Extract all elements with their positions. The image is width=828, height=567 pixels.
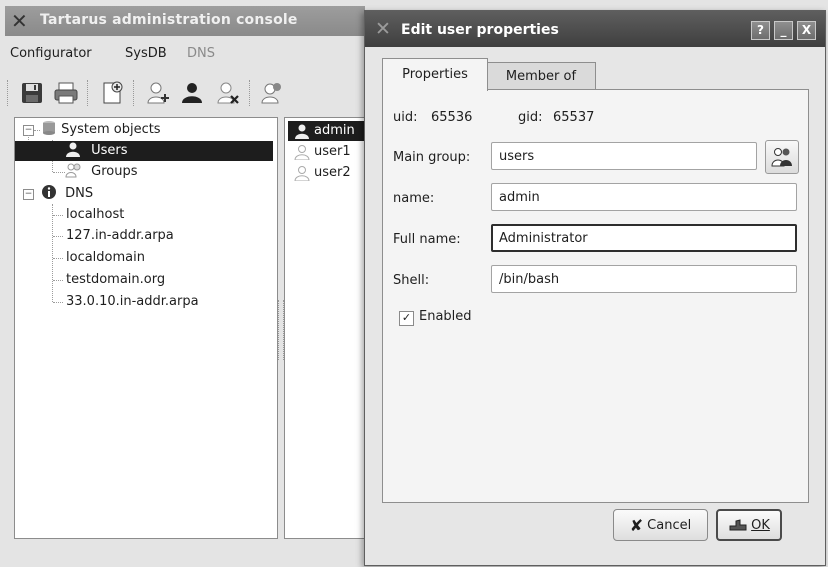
name-field[interactable] bbox=[491, 183, 797, 211]
tree-item-dns-zone[interactable]: localhost bbox=[66, 205, 124, 225]
gid-value: 65537 bbox=[553, 110, 595, 125]
toolbar-separator bbox=[249, 80, 251, 106]
info-icon bbox=[42, 185, 56, 199]
tree-item-label: DNS bbox=[65, 186, 94, 201]
tree-item-dns-zone[interactable]: 127.in-addr.arpa bbox=[66, 226, 174, 246]
print-icon[interactable] bbox=[51, 78, 81, 108]
toolbar-separator bbox=[87, 80, 89, 106]
tab-properties[interactable]: Properties bbox=[382, 58, 488, 91]
user-icon[interactable] bbox=[177, 78, 207, 108]
toolbar-handle bbox=[7, 80, 9, 106]
properties-pane: uid: 65536 gid: 65537 Main group: name: … bbox=[382, 89, 809, 503]
statusbar bbox=[5, 545, 365, 565]
tree-item-system-objects[interactable]: System objects bbox=[41, 120, 161, 140]
cancel-button-label: Cancel bbox=[647, 517, 692, 533]
user-icon bbox=[295, 124, 309, 139]
list-item-user1[interactable]: user1 bbox=[288, 142, 351, 162]
enabled-checkbox[interactable]: ✓ bbox=[399, 311, 414, 326]
delete-user-icon[interactable] bbox=[213, 78, 243, 108]
app-x-icon: ✕ bbox=[11, 9, 28, 33]
full-name-field[interactable] bbox=[491, 224, 797, 252]
shell-field[interactable] bbox=[491, 265, 797, 293]
help-button[interactable]: ? bbox=[751, 21, 770, 40]
new-document-icon[interactable] bbox=[97, 78, 127, 108]
main-group-field[interactable] bbox=[491, 142, 757, 170]
menubar: Configurator SysDB DNS bbox=[5, 36, 365, 66]
toolbar-separator bbox=[133, 80, 135, 106]
list-item-label: admin bbox=[314, 123, 355, 138]
tab-label: Member of bbox=[505, 69, 577, 84]
tree-item-users[interactable]: Users bbox=[15, 141, 273, 161]
checkmark-icon: ✓ bbox=[401, 311, 412, 324]
name-label: name: bbox=[393, 191, 435, 206]
minimize-button[interactable]: _ bbox=[774, 21, 793, 40]
menu-configurator[interactable]: Configurator bbox=[10, 46, 92, 61]
tree-connector bbox=[53, 215, 63, 216]
group-picker-button[interactable] bbox=[765, 140, 799, 174]
full-name-label: Full name: bbox=[393, 232, 461, 247]
cancel-button[interactable]: ✘ Cancel bbox=[613, 509, 708, 541]
add-user-icon[interactable] bbox=[143, 78, 173, 108]
tree-connector bbox=[53, 172, 65, 173]
edit-user-dialog: ✕ Edit user properties ? _ X Properties … bbox=[364, 10, 826, 566]
uid-label: uid: bbox=[393, 110, 418, 125]
uid-value: 65536 bbox=[431, 110, 473, 125]
dialog-title: Edit user properties bbox=[401, 22, 559, 38]
user-list[interactable]: admin user1 user2 bbox=[284, 117, 370, 539]
database-icon bbox=[43, 121, 55, 135]
list-item-label: user2 bbox=[314, 165, 351, 180]
tree-connector bbox=[53, 280, 63, 281]
ok-button-label: OK bbox=[751, 517, 770, 533]
menu-sysdb[interactable]: SysDB bbox=[125, 46, 167, 61]
collapse-dns-toggle[interactable]: − bbox=[23, 189, 34, 200]
object-tree[interactable]: − System objects Users Groups − DNS loca bbox=[14, 117, 278, 539]
tree-item-dns-zone[interactable]: 33.0.10.in-addr.arpa bbox=[66, 292, 199, 312]
tree-item-label: Groups bbox=[91, 164, 138, 179]
gid-label: gid: bbox=[518, 110, 543, 125]
menu-dns[interactable]: DNS bbox=[187, 46, 215, 61]
user-icon bbox=[66, 142, 80, 157]
save-icon[interactable] bbox=[17, 78, 47, 108]
groups-icon bbox=[771, 148, 792, 167]
tree-connector bbox=[53, 302, 63, 303]
tab-label: Properties bbox=[402, 67, 468, 82]
main-group-label: Main group: bbox=[393, 150, 471, 165]
tree-item-label: Users bbox=[91, 143, 128, 158]
toolbar bbox=[5, 66, 365, 118]
ok-button[interactable]: OK bbox=[716, 509, 782, 541]
app-x-icon: ✕ bbox=[375, 18, 391, 40]
tab-member-of[interactable]: Member of bbox=[486, 62, 596, 90]
tree-connector bbox=[53, 258, 63, 259]
list-item-user2[interactable]: user2 bbox=[288, 163, 351, 183]
main-window-title: Tartarus administration console bbox=[40, 12, 298, 28]
groups-icon bbox=[65, 163, 81, 178]
ok-hand-icon bbox=[729, 519, 747, 531]
shell-label: Shell: bbox=[393, 273, 430, 288]
close-button[interactable]: X bbox=[797, 21, 816, 40]
tree-item-dns[interactable]: DNS bbox=[41, 184, 93, 204]
tree-item-label: System objects bbox=[61, 122, 161, 137]
user-properties-icon[interactable] bbox=[257, 78, 287, 108]
list-item-admin[interactable]: admin bbox=[288, 121, 369, 141]
tree-item-dns-zone[interactable]: localdomain bbox=[66, 248, 145, 268]
enabled-label: Enabled bbox=[419, 309, 472, 324]
user-icon bbox=[294, 145, 310, 160]
user-icon bbox=[294, 166, 310, 181]
tree-item-groups[interactable]: Groups bbox=[65, 162, 138, 182]
cancel-x-icon: ✘ bbox=[629, 515, 644, 535]
tree-connector bbox=[52, 204, 53, 302]
tree-item-dns-zone[interactable]: testdomain.org bbox=[66, 270, 165, 290]
tree-connector bbox=[53, 236, 63, 237]
tree-connector bbox=[34, 130, 40, 131]
list-item-label: user1 bbox=[314, 144, 351, 159]
